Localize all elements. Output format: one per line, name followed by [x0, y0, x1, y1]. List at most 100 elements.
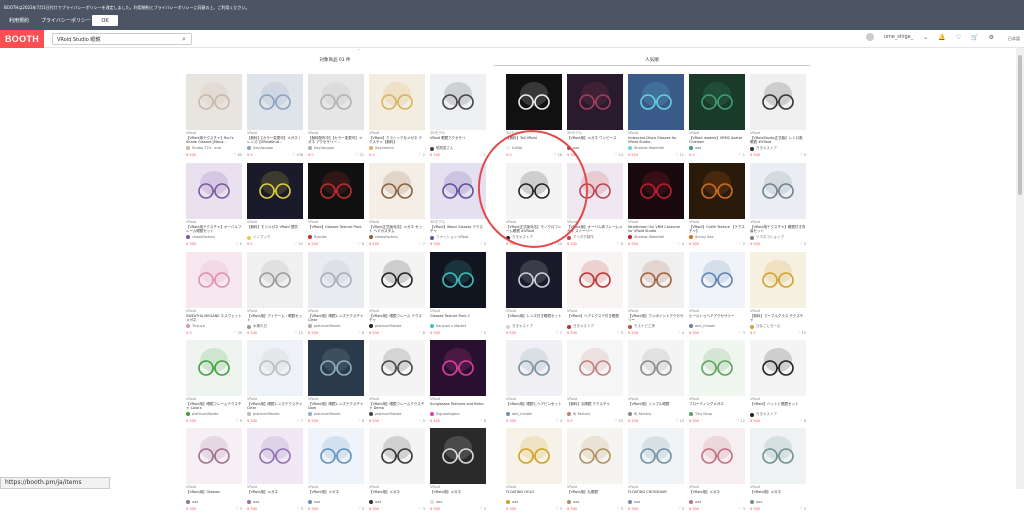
item-shop[interactable]: SayUpuppe [308, 146, 364, 150]
shop-name[interactable]: ami_minaki [695, 324, 715, 328]
shop-name[interactable]: flyonke [314, 235, 327, 239]
item-category[interactable]: VRoid [186, 131, 196, 135]
scrollbar-thumb[interactable] [1018, 55, 1022, 195]
shop-name[interactable]: ソラネコショップ [756, 235, 784, 240]
item-thumbnail[interactable] [247, 428, 303, 484]
item-category[interactable]: VRoid [369, 131, 379, 135]
item-thumbnail[interactable] [430, 252, 486, 308]
item-category[interactable]: VRoid [186, 309, 196, 313]
shop-name[interactable]: aaa [314, 500, 320, 504]
item-title[interactable]: FLOATING CROSSHAIR [628, 490, 684, 498]
shop-name[interactable]: ききゃストア [573, 324, 594, 329]
item-likes[interactable]: ♡ 15 [797, 331, 806, 335]
item-title[interactable]: SWEATHA MEGANE エスウェットメガネ [186, 314, 242, 322]
item-shop[interactable]: platinumRonde [308, 412, 364, 416]
search-icon[interactable]: ⌕ [182, 35, 186, 44]
item-shop[interactable]: aaa [750, 500, 806, 504]
item-shop[interactable]: chaosFactory [369, 235, 425, 239]
item-likes[interactable]: ♡ 3 [236, 507, 243, 511]
item-category[interactable]: VRoid [506, 309, 516, 313]
item-shop[interactable]: Signaalsigma [430, 412, 486, 416]
item-card[interactable]: VRoid SWEATHA MEGANE エスウェットメガネ Thyuyo ¥ 0 ♡ … [186, 252, 242, 342]
item-thumbnail[interactable] [430, 340, 486, 396]
item-card[interactable]: VRoid 【VRoid用】丸眼鏡 aaa ¥ 300 ♡ 3 [567, 428, 623, 518]
item-likes[interactable]: ♡ 5 [617, 331, 624, 335]
item-likes[interactable]: ♡ 20 [614, 419, 623, 423]
item-thumbnail[interactable] [186, 428, 242, 484]
item-title[interactable]: VRoid 眼鏡アクセサリ [430, 136, 486, 144]
item-title[interactable]: 【VRoid用】アイテーム・眼鏡セット [247, 314, 303, 322]
shop-name[interactable]: Signaalsigma [436, 412, 459, 416]
item-shop[interactable]: aaa [567, 500, 623, 504]
item-thumbnail[interactable] [506, 340, 562, 396]
item-card[interactable]: VRoid 【VRoid models】VRM2 Avatar Chieleen a… [689, 74, 745, 164]
item-thumbnail[interactable] [689, 340, 745, 396]
item-thumbnail[interactable] [689, 74, 745, 130]
item-title[interactable]: 【VRoid】Glasses Texture Pack [308, 225, 364, 233]
item-likes[interactable]: ♡ 3 [739, 331, 746, 335]
item-title[interactable]: Glasses Texture Pack 2 [430, 314, 486, 322]
item-thumbnail[interactable] [369, 340, 425, 396]
item-shop[interactable]: aaa [247, 500, 303, 504]
item-card[interactable]: VRoid 【VRoid用】眼鏡レンズテクスチャ Clear platinumRon… [247, 340, 303, 430]
item-title[interactable]: 【VRoid用】Glasses [186, 490, 242, 498]
item-card[interactable]: VRoid 【VRoid用】眼鏡レンズテクスチャ Clear platinumRon… [308, 252, 364, 342]
item-shop[interactable]: aaa [186, 500, 242, 504]
item-title[interactable]: 【VRoid用】ワンポイントアクセサリー [628, 314, 684, 322]
item-title[interactable]: 【VRoid】Outfit Texture 【テクスチャ】 [689, 225, 745, 233]
shop-name[interactable]: platinumRonde [192, 412, 219, 416]
shop-name[interactable]: ききゃストア [756, 146, 777, 151]
item-shop[interactable]: ききゃストア [506, 324, 562, 329]
item-card[interactable]: VRoid 【VRoidStudio正式版】レトロ風眼鏡 #VRoid ききゃストア… [750, 74, 806, 164]
item-card[interactable]: VRoid 【VRoid用】シンプル眼鏡 RJ Factory ¥ 100 ♡ 10 [628, 340, 684, 430]
item-title[interactable]: フローティングメガネ [689, 402, 745, 410]
item-shop[interactable]: Shallow Waterfall [628, 146, 684, 150]
item-title[interactable]: Sunglasses Textures and Retro [430, 402, 486, 410]
item-card[interactable]: VRoid Wraithmari Uni VRM Costume for VRoi… [628, 163, 684, 253]
item-category[interactable]: VRoid [247, 309, 257, 313]
item-thumbnail[interactable] [628, 340, 684, 396]
item-category[interactable]: VRoid [369, 220, 379, 224]
shop-name[interactable]: ファッション VRoid [436, 235, 468, 240]
shop-name[interactable]: aaa [573, 500, 579, 504]
item-likes[interactable]: ♡ 3 [556, 507, 563, 511]
item-card[interactable]: VRoid 【VRoid用】アイテーム・眼鏡セット 木漏れ日 ¥ 200 ♡ 12 [247, 252, 303, 342]
item-shop[interactable]: アイダホ制作 [567, 235, 623, 240]
item-thumbnail[interactable] [506, 74, 562, 130]
search-input[interactable]: VRoid Studio 眼鏡 [52, 33, 192, 45]
item-title[interactable]: 【VRoid models】VRM2 Avatar Chieleen [689, 136, 745, 144]
item-category[interactable]: VRoid [430, 309, 440, 313]
item-shop[interactable]: Saynamics [369, 146, 425, 150]
shop-name[interactable]: モスナビ工房 [634, 324, 655, 329]
item-category[interactable]: VRoid [308, 220, 318, 224]
privacy-link[interactable]: プライバシーポリシー [41, 17, 91, 24]
item-shop[interactable]: 木漏れ日 [247, 324, 303, 329]
item-shop[interactable]: aaa [506, 500, 562, 504]
item-shop[interactable]: Shallow Waterfall [628, 235, 684, 239]
item-shop[interactable]: モスナビ工房 [628, 324, 684, 329]
item-likes[interactable]: ♡ 4 [556, 419, 563, 423]
item-thumbnail[interactable] [750, 252, 806, 308]
item-shop[interactable]: aaa [308, 500, 364, 504]
item-card[interactable]: VRoid 【VRoid用】眼鏡フレームテクスチャ Colors platinumR… [186, 340, 242, 430]
item-category[interactable]: VRoid [628, 131, 638, 135]
item-title[interactable]: Wraithmari Uni VRM Costume for VRoid Stu… [628, 225, 684, 233]
item-card[interactable]: VRoid 【VRoid用】メガネ aaa ¥ 300 ♡ 3 [369, 428, 425, 518]
item-likes[interactable]: ♡ 2 [419, 153, 426, 157]
notice-ok-button[interactable]: OK [92, 15, 118, 26]
item-card[interactable]: VRoid 【VRoid用】メガネ aaa ¥ 300 ♡ 3 [689, 428, 745, 518]
item-likes[interactable]: ♡ 4 [678, 242, 685, 246]
item-shop[interactable]: RJ Factory [567, 412, 623, 416]
item-thumbnail[interactable] [308, 163, 364, 219]
item-card[interactable]: VRoid 【VRoid用】メガネ aaa ¥ 300 ♡ 3 [430, 428, 486, 518]
shop-name[interactable]: aaa [634, 500, 640, 504]
item-shop[interactable]: aaa [689, 146, 745, 150]
item-title[interactable]: 【VRoid用】シンプル眼鏡 [628, 402, 684, 410]
item-shop[interactable]: platinumRonde [186, 412, 242, 416]
item-card[interactable]: VRoid 【無料】マーブルグラス テクスチャ ひなことろーぷ ¥ 0 ♡ 15 [750, 252, 806, 342]
item-thumbnail[interactable] [186, 252, 242, 308]
shop-name[interactable]: アイダホ制作 [573, 235, 594, 240]
item-category[interactable]: VRoid [430, 397, 440, 401]
item-title[interactable]: 【VRoid用】メガネ [430, 490, 486, 498]
shop-name[interactable]: RJ Factory [573, 412, 590, 416]
